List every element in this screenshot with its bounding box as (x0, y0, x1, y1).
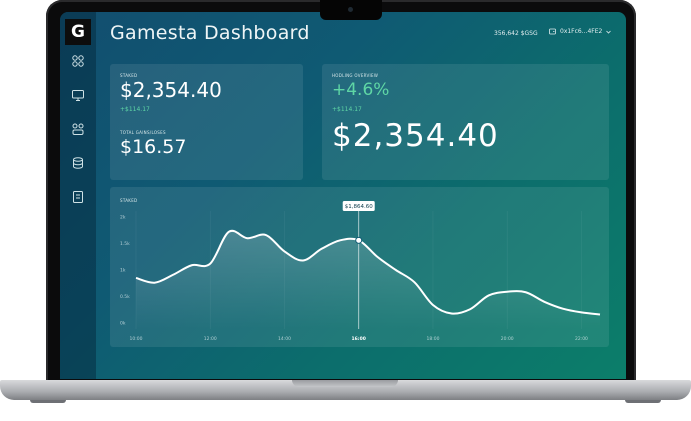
y-tick-label: 1.5k (120, 241, 130, 247)
app-logo[interactable]: G (65, 19, 91, 45)
x-tick-label: 20:00 (501, 336, 514, 342)
x-tick-label: 22:00 (575, 336, 588, 342)
y-tick-label: 0.5k (120, 294, 130, 300)
y-tick-label: 0k (120, 321, 126, 327)
x-tick-label: 18:00 (426, 336, 439, 342)
laptop-frame: G Gamesta Dashboard 356,642 $GSG 0x1Fc6.… (0, 0, 691, 421)
chart-area-fill (136, 230, 600, 329)
monitor-icon[interactable] (71, 88, 85, 102)
laptop-foot-right (625, 400, 661, 403)
staked-card: STAKED $2,354.40 +$114.17 TOTAL GAINS/LO… (110, 64, 303, 180)
y-tick-label: 1k (120, 268, 126, 274)
document-icon[interactable] (71, 190, 85, 204)
y-tick-label: 2k (120, 215, 126, 221)
x-tick-label: 16:00 (352, 336, 366, 342)
sidebar: G (60, 12, 96, 379)
hodling-label: HODLING OVERVIEW (332, 73, 379, 78)
camera-icon (348, 7, 353, 12)
staked-change: +$114.17 (120, 106, 150, 113)
staked-line-chart[interactable]: 10:00 12:00 14:00 16:00 18:00 20:00 22:00 2k 1.5… (110, 187, 609, 347)
x-tick-label: 14:00 (278, 336, 291, 342)
x-tick-label: 12:00 (204, 336, 217, 342)
page-title: Gamesta Dashboard (110, 22, 310, 44)
x-tick-label: 10:00 (130, 336, 143, 342)
chevron-down-icon (606, 30, 612, 34)
database-icon[interactable] (71, 156, 85, 170)
gamepad-icon[interactable] (71, 122, 85, 136)
wallet-icon (549, 28, 556, 35)
hodling-percent: +4.6% (332, 80, 390, 100)
hodling-value: $2,354.40 (332, 118, 499, 154)
chart-tooltip-value: $1,864.60 (345, 204, 373, 210)
wallet-selector[interactable]: 0x1Fc6...4FE2 (549, 28, 612, 35)
trackpad-notch (292, 380, 398, 387)
total-gains-label: TOTAL GAINS/LOSES (120, 130, 166, 135)
highlight-point[interactable] (355, 236, 363, 244)
staked-value: $2,354.40 (120, 78, 222, 102)
wallet-address: 0x1Fc6...4FE2 (560, 28, 603, 35)
hodling-overview-card: HODLING OVERVIEW +4.6% +$114.17 $2,354.4… (322, 64, 609, 180)
logo-letter: G (71, 22, 85, 42)
camera-notch (320, 0, 382, 20)
grid-icon[interactable] (71, 54, 85, 68)
total-gains-value: $16.57 (120, 136, 187, 158)
hodling-change: +$114.17 (332, 106, 362, 113)
laptop-foot-left (30, 400, 66, 403)
staked-chart-card: STAKED 10:00 12:00 14:00 16:00 18:00 20:00 22:… (110, 187, 609, 347)
app-screen: G Gamesta Dashboard 356,642 $GSG 0x1Fc6.… (60, 12, 626, 379)
token-balance: 356,642 $GSG (494, 30, 538, 37)
